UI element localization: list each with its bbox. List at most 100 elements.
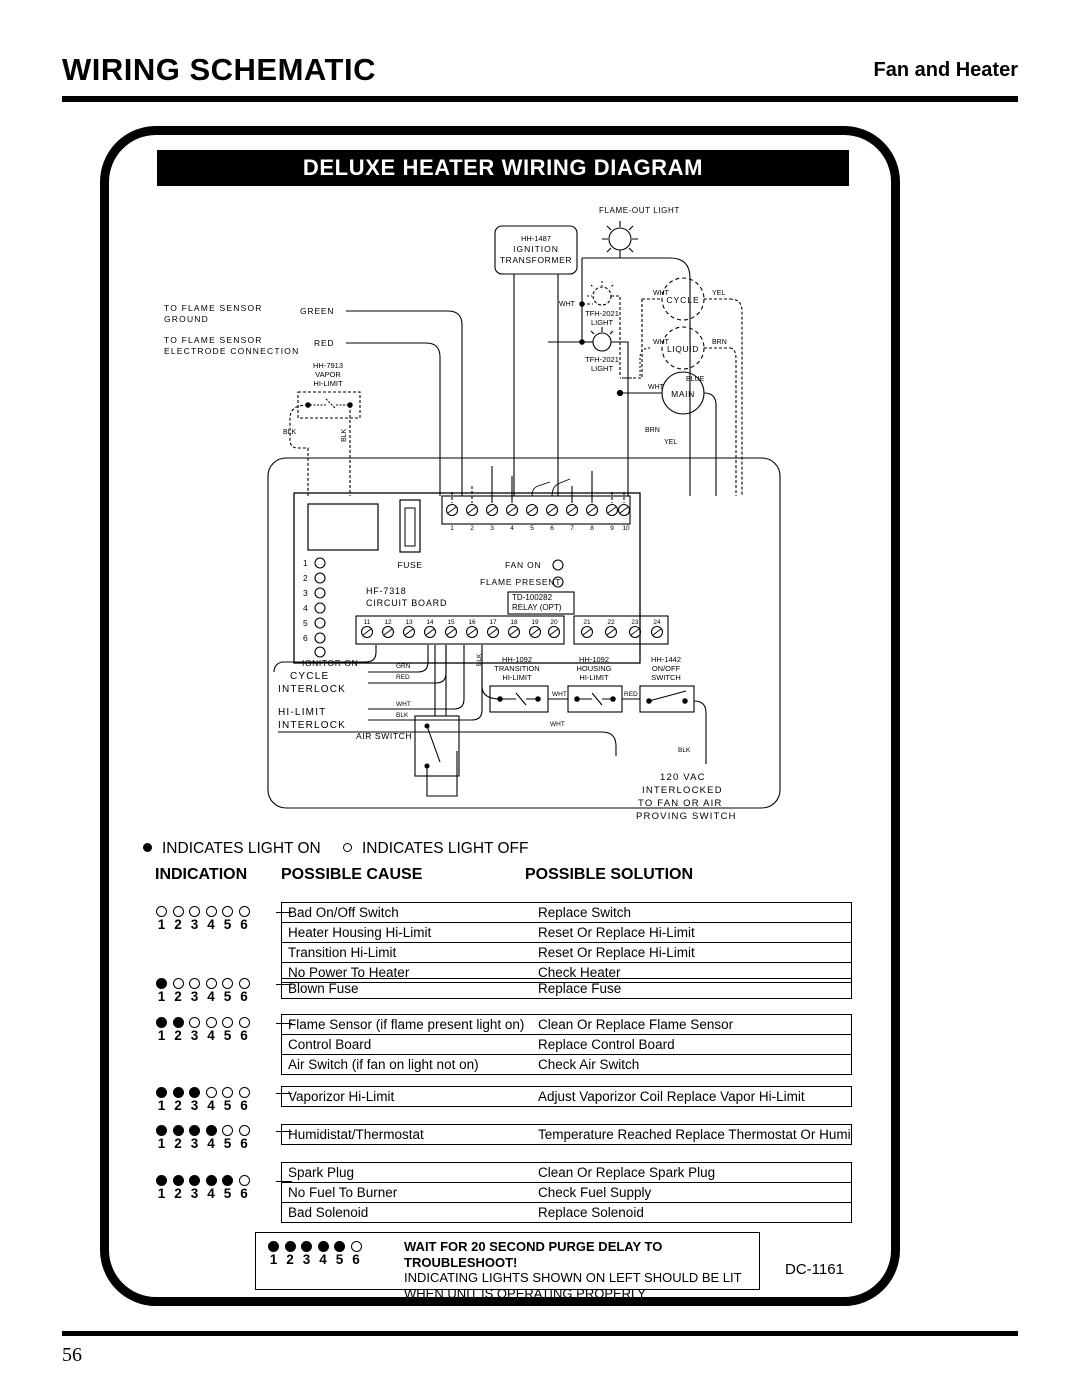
light-on-indicator [172, 1125, 184, 1136]
svg-text:WHT: WHT [653, 339, 670, 346]
light-off-indicator [189, 906, 200, 917]
cause-cell: Flame Sensor (if flame present light on) [288, 1017, 525, 1032]
svg-text:ELECTRODE CONNECTION: ELECTRODE CONNECTION [164, 346, 299, 356]
svg-text:RED: RED [314, 338, 334, 348]
indicator-number-row: 123456 [268, 1253, 384, 1267]
light-off-indicator [238, 1125, 250, 1136]
indicator-number: 1 [157, 1098, 166, 1113]
light-on-indicator [205, 1125, 217, 1136]
light-off-indicator [205, 1017, 217, 1028]
note-line-3: WHEN UNIT IS OPERATING PROPERLY [404, 1285, 646, 1301]
indicator-number: 6 [240, 1098, 248, 1113]
svg-text:TD-100282: TD-100282 [512, 593, 553, 602]
svg-text:BLK: BLK [678, 747, 691, 754]
light-off-indicator [189, 1017, 200, 1028]
cause-cell: Air Switch (if fan on light not on) [288, 1057, 479, 1072]
indicator-number: 1 [157, 989, 166, 1004]
indication-group: 123456 [152, 906, 292, 932]
wiring-schematic-page: WIRING SCHEMATIC Fan and Heater DELUXE H… [0, 0, 1080, 1397]
svg-text:YEL: YEL [664, 439, 677, 446]
indicator-number: 6 [240, 1136, 248, 1151]
svg-text:VAPOR: VAPOR [315, 370, 341, 379]
indicator-number: 4 [207, 1098, 215, 1113]
svg-text:20: 20 [550, 619, 558, 626]
svg-text:8: 8 [590, 525, 594, 532]
svg-text:CYCLE: CYCLE [290, 671, 329, 682]
svg-text:12: 12 [384, 619, 392, 626]
svg-text:7: 7 [570, 525, 574, 532]
svg-text:10: 10 [622, 525, 630, 532]
svg-text:LIQUID: LIQUID [667, 344, 699, 354]
svg-text:5: 5 [530, 525, 534, 532]
table-row: Blown Fuse Replace Fuse [282, 979, 851, 999]
svg-text:1: 1 [303, 558, 308, 568]
solution-cell: Check Air Switch [538, 1057, 640, 1072]
svg-text:WHT: WHT [559, 301, 576, 308]
svg-text:3: 3 [303, 588, 308, 598]
svg-text:TFH-2021: TFH-2021 [585, 309, 619, 318]
light-off-indicator [205, 978, 217, 989]
svg-text:120 VAC: 120 VAC [660, 772, 706, 783]
indication-group: 123456 [152, 1087, 292, 1113]
svg-text:FAN ON: FAN ON [505, 560, 541, 570]
svg-text:TFH-2021: TFH-2021 [585, 355, 619, 364]
cause-cell: No Fuel To Burner [288, 1185, 398, 1200]
svg-text:RELAY (OPT): RELAY (OPT) [512, 603, 562, 612]
page-subtitle: Fan and Heater [873, 59, 1018, 81]
light-off-indicator [222, 1087, 233, 1098]
light-on-indicator [156, 1175, 167, 1186]
svg-text:19: 19 [531, 619, 539, 626]
svg-text:11: 11 [364, 619, 371, 626]
svg-text:FLAME PRESENT: FLAME PRESENT [480, 577, 561, 587]
light-on-indicator [189, 1125, 200, 1136]
svg-text:6: 6 [550, 525, 554, 532]
svg-text:HI-LIMIT: HI-LIMIT [278, 707, 327, 718]
light-on-indicator [205, 1175, 217, 1186]
indicator-number: 3 [190, 917, 199, 932]
solution-cell: Replace Control Board [538, 1037, 675, 1052]
solution-cell: Clean Or Replace Flame Sensor [538, 1017, 734, 1032]
solution-cell: Check Fuel Supply [538, 1185, 652, 1200]
indicator-number: 2 [174, 1186, 182, 1201]
indicator-number: 4 [207, 1136, 215, 1151]
diagram-banner-label: DELUXE HEATER WIRING DIAGRAM [302, 155, 704, 180]
cause-solution-table: Bad On/Off Switch Replace Switch Heater Ho… [281, 902, 852, 983]
light-off-indicator [222, 1017, 233, 1028]
light-off-indicator [172, 978, 184, 989]
indicator-number: 3 [190, 1028, 199, 1043]
table-row: Flame Sensor (if flame present light on)… [282, 1015, 851, 1035]
header-divider [62, 96, 1018, 102]
light-off-indicator [205, 906, 217, 917]
indication-group: 123456 [152, 978, 292, 1004]
svg-text:13: 13 [405, 619, 413, 626]
solution-cell: Replace Fuse [538, 981, 622, 996]
svg-text:TRANSITION: TRANSITION [494, 664, 539, 673]
cause-cell: Control Board [288, 1037, 372, 1052]
cause-cell: Transition Hi-Limit [288, 945, 397, 960]
svg-text:TO FLAME SENSOR: TO FLAME SENSOR [164, 335, 263, 345]
wiring-diagram-drawing: HH-1487 IGNITION TRANSFORMER FLAME-OUT L… [150, 196, 850, 836]
indicator-lights-row [156, 1017, 280, 1028]
indicator-number-row: 123456 [156, 1029, 280, 1043]
svg-text:GRN: GRN [396, 663, 411, 670]
table-row: Bad Solenoid Replace Solenoid [282, 1203, 851, 1223]
legend-light-on-label: INDICATES LIGHT ON [162, 840, 321, 857]
legend-light-on: INDICATES LIGHT ON [143, 840, 321, 858]
light-off-indicator [222, 978, 233, 989]
indicator-number: 6 [240, 989, 248, 1004]
table-row: Vaporizor Hi-Limit Adjust Vaporizor Coil … [282, 1087, 851, 1107]
cause-solution-table: Flame Sensor (if flame present light on)… [281, 1014, 852, 1075]
svg-text:24: 24 [653, 619, 661, 626]
cause-cell: Blown Fuse [288, 981, 359, 996]
svg-text:GROUND: GROUND [164, 314, 209, 324]
light-off-indicator [172, 906, 184, 917]
indicator-number: 1 [157, 1028, 166, 1043]
svg-text:TO FAN OR AIR: TO FAN OR AIR [638, 798, 723, 809]
svg-text:HH-7913: HH-7913 [313, 361, 343, 370]
svg-text:4: 4 [510, 525, 514, 532]
light-off-indicator [222, 906, 233, 917]
purge-delay-note-box: 123456 WAIT FOR 20 SECOND PURGE DELAY TO… [255, 1232, 760, 1301]
cause-cell: Vaporizor Hi-Limit [288, 1089, 395, 1104]
column-header-indication: INDICATION [155, 866, 248, 883]
svg-text:22: 22 [607, 619, 615, 626]
